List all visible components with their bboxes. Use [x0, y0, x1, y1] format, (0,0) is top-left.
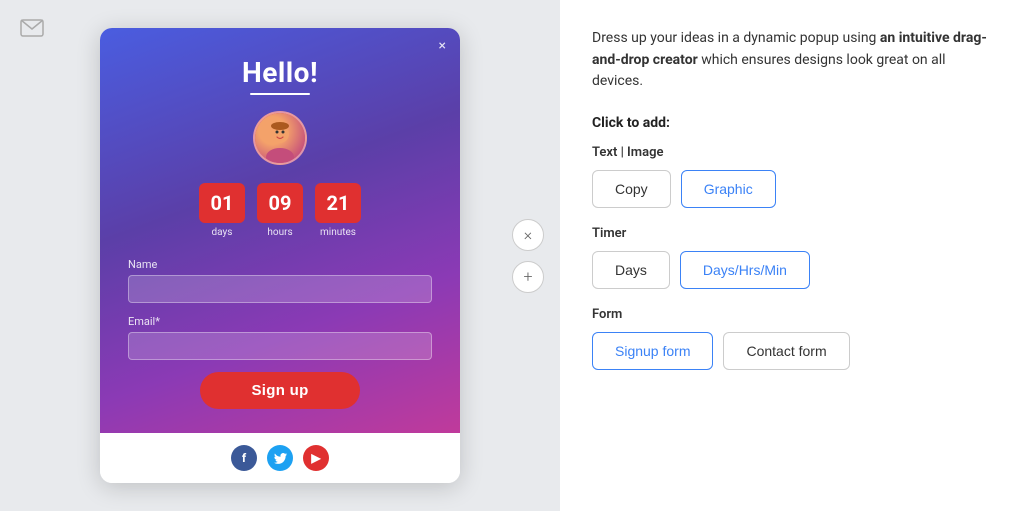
timer: 01 days 09 hours 21 minutes	[128, 183, 432, 238]
preview-panel: × + × Hello!	[0, 0, 560, 511]
text-image-buttons: Copy Graphic	[592, 170, 992, 208]
timer-days-block: 01 days	[199, 183, 245, 238]
days-button[interactable]: Days	[592, 251, 670, 289]
timer-buttons: Days Days/Hrs/Min	[592, 251, 992, 289]
twitter-icon[interactable]	[267, 445, 293, 471]
text-image-label: Text | Image	[592, 145, 992, 160]
popup-title: Hello!	[128, 56, 432, 89]
timer-days-label: days	[212, 227, 233, 238]
timer-hours-value: 09	[257, 183, 303, 223]
popup-body: × Hello!	[100, 28, 460, 434]
name-field[interactable]	[128, 275, 432, 303]
popup-title-underline	[250, 93, 310, 96]
timer-days-value: 01	[199, 183, 245, 223]
form-section: Form Signup form Contact form	[592, 307, 992, 370]
form-buttons: Signup form Contact form	[592, 332, 992, 370]
popup-preview: × Hello!	[100, 28, 460, 484]
email-field[interactable]	[128, 332, 432, 360]
timer-minutes-value: 21	[315, 183, 361, 223]
name-label: Name	[128, 258, 432, 271]
timer-hours-label: hours	[267, 227, 292, 238]
copy-button[interactable]: Copy	[592, 170, 671, 208]
timer-section: Timer Days Days/Hrs/Min	[592, 226, 992, 289]
description: Dress up your ideas in a dynamic popup u…	[592, 28, 992, 93]
email-icon	[20, 18, 44, 42]
graphic-button[interactable]: Graphic	[681, 170, 776, 208]
timer-label: Timer	[592, 226, 992, 241]
popup-footer: f ▶	[100, 433, 460, 483]
side-controls: × +	[512, 219, 544, 293]
email-label: Email*	[128, 315, 432, 328]
timer-hours-block: 09 hours	[257, 183, 303, 238]
signup-form-button[interactable]: Signup form	[592, 332, 713, 370]
avatar	[253, 111, 307, 165]
text-image-section: Text | Image Copy Graphic	[592, 145, 992, 208]
remove-button[interactable]: ×	[512, 219, 544, 251]
add-button[interactable]: +	[512, 261, 544, 293]
youtube-icon[interactable]: ▶	[303, 445, 329, 471]
timer-minutes-label: minutes	[320, 227, 356, 238]
facebook-icon[interactable]: f	[231, 445, 257, 471]
form-label: Form	[592, 307, 992, 322]
click-to-add-title: Click to add:	[592, 115, 992, 131]
signup-button[interactable]: Sign up	[200, 372, 360, 409]
timer-minutes-block: 21 minutes	[315, 183, 361, 238]
description-text-normal: Dress up your ideas in a dynamic popup u…	[592, 30, 880, 46]
popup-close-button[interactable]: ×	[439, 38, 446, 54]
contact-form-button[interactable]: Contact form	[723, 332, 849, 370]
right-panel: Dress up your ideas in a dynamic popup u…	[560, 0, 1024, 511]
days-hrs-min-button[interactable]: Days/Hrs/Min	[680, 251, 810, 289]
